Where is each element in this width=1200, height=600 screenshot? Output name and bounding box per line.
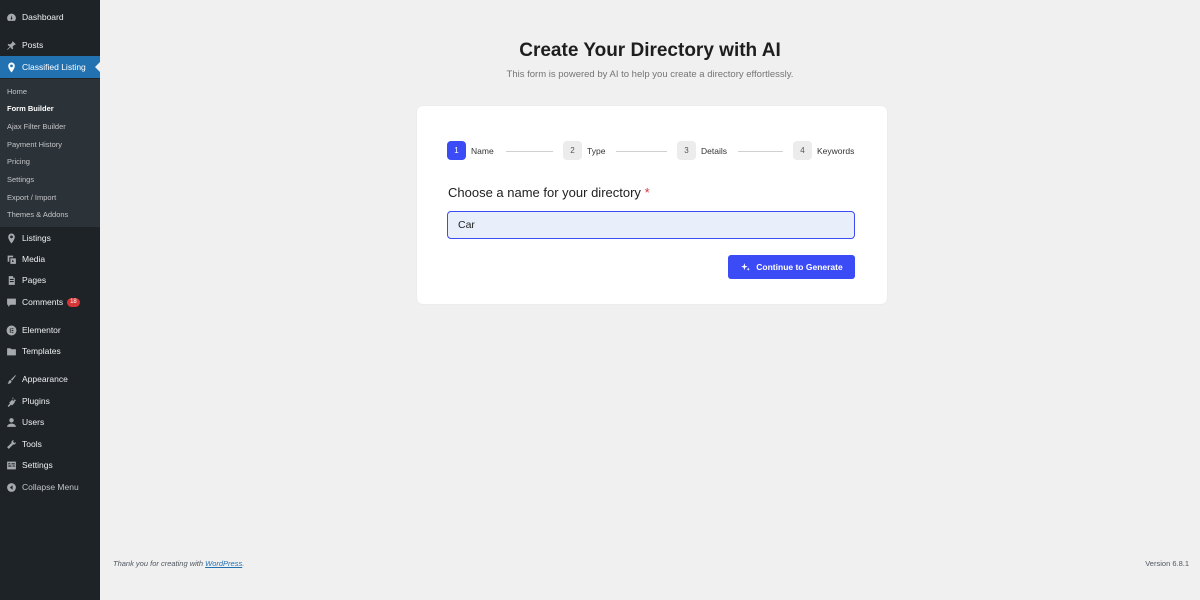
menu-classified-listing-label: Classified Listing [22,62,86,72]
step-connector [506,151,553,152]
menu-settings[interactable]: Settings [0,454,100,476]
menu-elementor-label: Elementor [22,325,61,335]
settings-icon [6,460,17,471]
submenu-home[interactable]: Home [7,87,27,96]
footer-version: Version 6.8.1 [1145,559,1189,568]
submenu-ajax-filter-builder[interactable]: Ajax Filter Builder [7,122,66,131]
menu-tools-label: Tools [22,439,42,449]
admin-sidebar: Dashboard Posts Classified Listing Home … [0,0,100,600]
continue-to-generate-button[interactable]: Continue to Generate [728,255,855,279]
menu-settings-label: Settings [22,460,53,470]
directory-name-label: Choose a name for your directory * [448,185,650,200]
menu-templates-label: Templates [22,346,61,356]
step-type[interactable]: 2 Type [563,141,605,160]
step-number: 3 [677,141,696,160]
dashboard-icon [6,12,17,23]
collapse-icon [6,482,17,493]
location-pin-icon [6,62,17,73]
menu-media-label: Media [22,254,46,264]
step-label: Details [701,145,727,156]
menu-appearance-label: Appearance [22,374,68,384]
required-asterisk: * [644,185,650,200]
menu-tools[interactable]: Tools [0,433,100,455]
step-connector [738,151,783,152]
menu-dashboard[interactable]: Dashboard [0,6,100,28]
step-label: Keywords [817,145,855,156]
menu-posts-label: Posts [22,40,44,50]
menu-classified-listing[interactable]: Classified Listing [0,56,100,78]
submenu-form-builder[interactable]: Form Builder [7,104,54,113]
plugin-icon [6,396,17,407]
folder-icon [6,346,17,357]
footer-thanks: Thank you for creating with WordPress. [113,559,244,568]
media-icon [6,254,17,265]
step-number: 1 [447,141,466,160]
directory-name-label-text: Choose a name for your directory [448,185,641,200]
classified-listing-submenu: Home Form Builder Ajax Filter Builder Pa… [0,79,100,227]
pin-icon [6,40,17,51]
step-connector [616,151,667,152]
step-number: 4 [793,141,812,160]
menu-plugins[interactable]: Plugins [0,390,100,412]
step-keywords[interactable]: 4 Keywords [793,141,854,160]
page-title: Create Your Directory with AI [519,40,781,61]
sparkle-icon [741,262,751,271]
step-label: Name [471,145,494,156]
menu-elementor[interactable]: Elementor [0,319,100,341]
menu-comments-label: Comments [22,297,64,307]
step-label: Type [587,145,606,156]
location-pin-icon [6,233,17,244]
menu-listings-label: Listings [22,233,51,243]
collapse-menu-button[interactable]: Collapse Menu [0,476,100,498]
step-number: 2 [563,141,582,160]
menu-pages[interactable]: Pages [0,269,100,291]
page-subtitle: This form is powered by AI to help you c… [506,69,794,80]
wordpress-link[interactable]: WordPress [205,559,242,568]
menu-dashboard-label: Dashboard [22,12,64,22]
directory-name-input[interactable] [447,211,855,239]
submenu-themes-addons[interactable]: Themes & Addons [7,210,68,219]
comments-count-badge: 18 [67,297,80,307]
footer-thanks-prefix: Thank you for creating with [113,559,206,568]
directory-form-card: 1 Name 2 Type 3 Details 4 Keywords Choos… [417,106,887,304]
menu-appearance[interactable]: Appearance [0,368,100,390]
menu-templates[interactable]: Templates [0,340,100,362]
submenu-settings[interactable]: Settings [7,175,34,184]
submenu-pricing[interactable]: Pricing [7,157,30,166]
menu-pages-label: Pages [22,275,47,285]
footer-thanks-suffix: . [242,559,245,568]
menu-media[interactable]: Media [0,248,100,270]
menu-comments[interactable]: Comments 18 [0,291,100,313]
step-details[interactable]: 3 Details [677,141,727,160]
submenu-payment-history[interactable]: Payment History [7,140,62,149]
pages-icon [6,275,17,286]
step-name[interactable]: 1 Name [447,141,494,160]
menu-posts[interactable]: Posts [0,34,100,56]
collapse-menu-label: Collapse Menu [22,482,79,492]
paintbrush-icon [6,374,17,385]
wrench-icon [6,439,17,450]
user-icon [6,417,17,428]
submenu-export-import[interactable]: Export / Import [7,193,56,202]
menu-plugins-label: Plugins [22,396,50,406]
elementor-icon [6,325,17,336]
menu-listings[interactable]: Listings [0,227,100,249]
comments-icon [6,297,17,308]
menu-users[interactable]: Users [0,411,100,433]
menu-users-label: Users [22,417,45,427]
continue-to-generate-label: Continue to Generate [756,262,843,272]
